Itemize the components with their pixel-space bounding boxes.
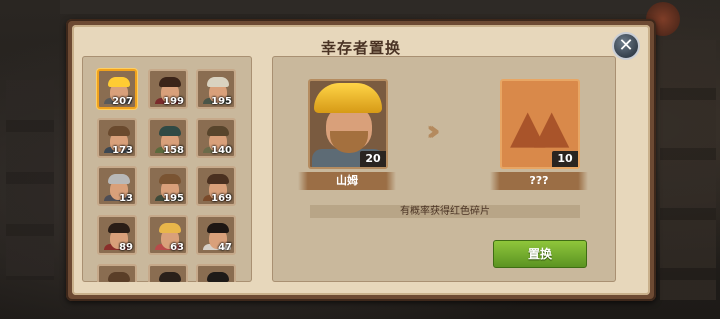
survivor-slot[interactable]: [196, 264, 236, 282]
survivor-count: 47: [218, 242, 232, 253]
portrait-hair: [159, 272, 181, 282]
survivor-portrait: [102, 269, 132, 282]
survivor-count: 158: [163, 145, 184, 156]
survivor-count: 173: [112, 145, 133, 156]
survivor-slot[interactable]: 47: [196, 215, 236, 255]
source-name: 山姆: [298, 172, 396, 190]
survivor-slot[interactable]: 199: [148, 69, 188, 109]
survivor-portrait: [201, 269, 231, 282]
portrait-hair: [207, 174, 229, 184]
dialog-title: 幸存者置换: [320, 39, 401, 57]
survivor-count: 199: [163, 96, 184, 107]
survivor-slot[interactable]: 13: [97, 166, 137, 206]
portrait-hair: [108, 272, 130, 282]
survivor-slot[interactable]: 207: [97, 69, 137, 109]
survivor-slot[interactable]: 195: [196, 69, 236, 109]
survivor-slot[interactable]: [97, 264, 137, 282]
double-chevron-right-icon: ›››: [426, 114, 440, 147]
close-icon[interactable]: ✕: [612, 32, 640, 60]
survivor-slot[interactable]: 158: [148, 118, 188, 158]
portrait-hair: [108, 77, 130, 87]
survivor-count: 169: [211, 193, 232, 204]
portrait-hair: [108, 223, 130, 233]
survivor-count: 13: [119, 193, 133, 204]
hardhat-icon: [314, 83, 382, 113]
portrait-hair: [108, 174, 130, 184]
unknown-silhouette-icon: ▲: [534, 99, 570, 153]
survivor-slot[interactable]: 195: [148, 166, 188, 206]
survivor-slot[interactable]: 140: [196, 118, 236, 158]
portrait-hair: [207, 272, 229, 282]
portrait-hair: [207, 77, 229, 87]
survivor-count: 89: [119, 242, 133, 253]
swap-button[interactable]: 置换: [493, 240, 587, 268]
survivor-count: 195: [163, 193, 184, 204]
survivor-count: 140: [211, 145, 232, 156]
survivor-count: 207: [112, 96, 133, 107]
survivor-roster[interactable]: 207 199 195 173 158 140 13 195 169 89 63 47: [82, 56, 252, 282]
background-right-hud: [660, 40, 716, 300]
background-top-bar: [60, 0, 660, 14]
survivor-portrait: [153, 269, 183, 282]
portrait-hair: [159, 223, 181, 233]
target-name: ???: [490, 172, 588, 190]
target-survivor-card: ▲ ▲ 10: [500, 79, 580, 169]
portrait-hair: [159, 77, 181, 87]
exchange-hint: 有概率获得红色碎片: [310, 205, 580, 218]
survivor-slot[interactable]: [148, 264, 188, 282]
target-count: 10: [552, 151, 578, 167]
survivor-slot[interactable]: 169: [196, 166, 236, 206]
source-survivor-card: 20: [308, 79, 388, 169]
portrait-hair: [159, 174, 181, 184]
survivor-count: 195: [211, 96, 232, 107]
survivor-count: 63: [170, 242, 184, 253]
survivor-slot[interactable]: 63: [148, 215, 188, 255]
survivor-slot[interactable]: 89: [97, 215, 137, 255]
portrait-hair: [159, 126, 181, 136]
source-count: 20: [360, 151, 386, 167]
portrait-hair: [108, 126, 130, 136]
portrait-hair: [207, 126, 229, 136]
survivor-slot[interactable]: 173: [97, 118, 137, 158]
portrait-hair: [207, 223, 229, 233]
background-left-hud: [6, 80, 54, 280]
